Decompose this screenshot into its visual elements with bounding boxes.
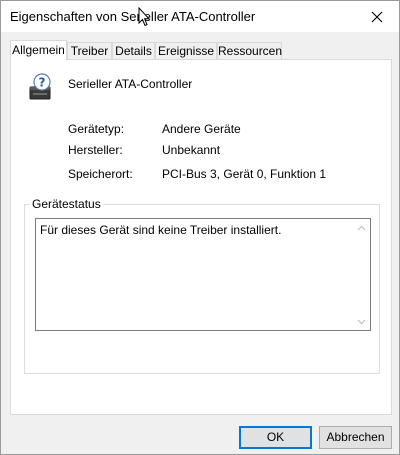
device-type-label: Gerätetyp: [68, 122, 125, 136]
device-status-text: Für dieses Gerät sind keine Treiber inst… [40, 223, 282, 237]
device-status-group: Gerätestatus Für dieses Gerät sind keine… [24, 197, 380, 374]
svg-text:?: ? [39, 76, 46, 90]
title-bar: Eigenschaften von Serieller ATA-Controll… [1, 1, 399, 32]
manufacturer-label: Hersteller: [68, 143, 123, 157]
ok-button[interactable]: OK [239, 426, 312, 449]
tab-allgemein[interactable]: Allgemein [10, 40, 67, 61]
device-name: Serieller ATA-Controller [68, 77, 193, 91]
device-status-textbox[interactable]: Für dieses Gerät sind keine Treiber inst… [35, 218, 371, 331]
tab-details[interactable]: Details [112, 42, 155, 60]
scroll-up-button[interactable] [353, 219, 370, 236]
tab-treiber[interactable]: Treiber [67, 42, 112, 60]
tab-ressourcen[interactable]: Ressourcen [217, 42, 282, 60]
cancel-button[interactable]: Abbrechen [319, 426, 392, 449]
device-status-title: Gerätestatus [30, 197, 103, 211]
chevron-up-icon [357, 225, 366, 230]
status-scrollbar[interactable] [353, 219, 370, 330]
chevron-down-icon [357, 319, 366, 324]
manufacturer-value: Unbekannt [162, 143, 221, 157]
location-value: PCI-Bus 3, Gerät 0, Funktion 1 [162, 167, 327, 181]
close-icon [371, 11, 383, 22]
tab-ereignisse[interactable]: Ereignisse [155, 42, 217, 60]
properties-dialog: Eigenschaften von Serieller ATA-Controll… [0, 0, 400, 455]
general-tab-panel: ? Serieller ATA-Controller Gerätetyp: An… [10, 59, 392, 415]
window-title: Eigenschaften von Serieller ATA-Controll… [10, 9, 256, 24]
scroll-down-button[interactable] [353, 313, 370, 330]
close-button[interactable] [355, 1, 399, 32]
mouse-cursor-icon [138, 7, 150, 27]
device-type-value: Andere Geräte [162, 122, 241, 136]
location-label: Speicherort: [68, 167, 133, 181]
unknown-device-icon: ? [29, 73, 51, 100]
